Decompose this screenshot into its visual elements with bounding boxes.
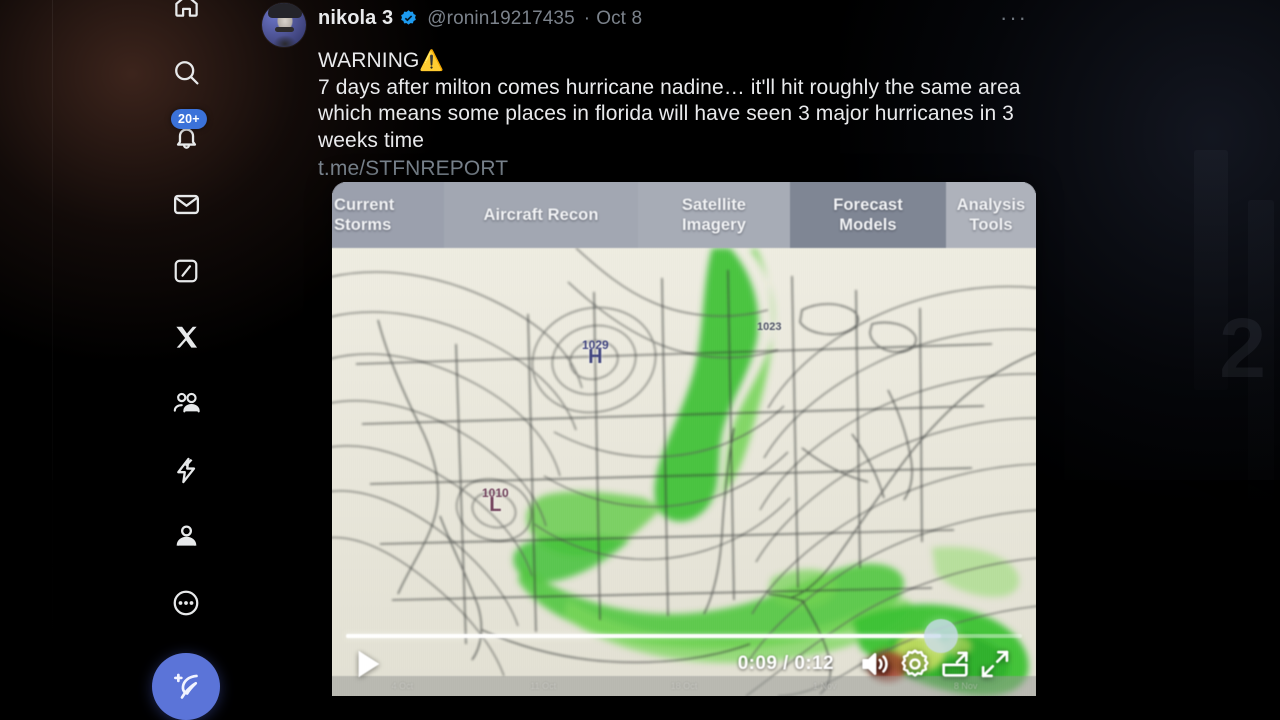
verified-badge-icon <box>399 9 418 28</box>
tab-analysis-tools[interactable]: Analysis Tools <box>946 182 1036 248</box>
background-reflection-glyph: 2 <box>1219 301 1266 395</box>
more-circle-icon <box>171 588 201 618</box>
tweet-line-3: which means some places in florida will … <box>318 102 1014 125</box>
tweet-text: WARNING⚠️ 7 days after milton comes hurr… <box>262 48 1021 183</box>
tweet-header: nikola 3 @ronin19217435 · Oct 8 ··· <box>262 0 1052 47</box>
sidebar-item-notifications[interactable]: 20+ <box>158 108 214 166</box>
picture-in-picture-icon[interactable] <box>938 647 972 681</box>
tab-satellite-imagery-line1: Satellite <box>681 196 747 214</box>
tweet-warning-word: WARNING <box>318 49 420 72</box>
notifications-badge: 20+ <box>170 108 207 130</box>
sidebar-item-grok[interactable] <box>158 244 214 299</box>
tab-forecast-models-line1: Forecast <box>833 196 903 214</box>
tweet-post[interactable]: nikola 3 @ronin19217435 · Oct 8 ··· WARN… <box>262 0 1052 183</box>
sidebar-item-premium[interactable] <box>158 443 214 498</box>
tweet-line-2: 7 days after milton comes hurricane nadi… <box>318 75 1021 99</box>
lightning-icon <box>172 456 201 485</box>
tab-current-storms-line1: Current <box>334 196 395 214</box>
tab-forecast-models[interactable]: Forecast Models <box>790 182 946 248</box>
tweet-line-4: weeks time <box>318 128 425 152</box>
screen-panel-seam <box>52 0 53 720</box>
pressure-marker-high: 1029 H <box>582 338 609 367</box>
tweet-separator: · <box>583 7 591 29</box>
photographed-screen: 2 20+ nikola 3 @ronin19217435 · Oct 8 ··… <box>0 0 1280 720</box>
pressure-marker-low: 1010 L <box>482 486 509 515</box>
tab-aircraft-recon-label: Aircraft Recon <box>483 206 599 224</box>
tab-satellite-imagery-line2: Imagery <box>682 216 746 234</box>
tab-forecast-models-line2: Models <box>839 216 897 234</box>
home-icon <box>173 0 200 19</box>
sidebar-item-home[interactable] <box>158 0 214 33</box>
avatar[interactable] <box>262 3 306 47</box>
tweet-author-row: nikola 3 @ronin19217435 · Oct 8 ··· <box>318 5 1028 30</box>
tweet-date[interactable]: Oct 8 <box>596 9 642 28</box>
video-controls: 0:09 / 0:12 <box>332 619 1036 696</box>
compose-post-button[interactable] <box>152 652 220 720</box>
author-handle[interactable]: @ronin19217435 <box>427 9 574 28</box>
video-progress-bar[interactable] <box>346 619 1022 653</box>
gear-icon[interactable] <box>898 647 932 681</box>
x-logo-icon <box>173 324 200 351</box>
grok-icon <box>172 257 200 285</box>
tab-current-storms-line2: Storms <box>334 216 392 234</box>
sidebar-item-messages[interactable] <box>158 177 214 232</box>
mail-icon <box>172 190 201 219</box>
search-icon <box>172 58 201 87</box>
compose-feather-icon <box>169 669 203 703</box>
tab-analysis-tools-label: Analysis Tools <box>956 196 1026 234</box>
pressure-secondary-value: 1023 <box>757 321 782 333</box>
sidebar-item-search[interactable] <box>158 44 214 99</box>
sidebar-item-profile[interactable] <box>158 509 214 564</box>
sidebar-item-communities[interactable] <box>158 376 214 431</box>
video-tab-bar: Current Storms Aircraft Recon Satellite … <box>332 182 1036 248</box>
tab-aircraft-recon[interactable]: Aircraft Recon <box>444 182 638 248</box>
sidebar-item-more[interactable] <box>158 575 214 630</box>
video-time-display: 0:09 / 0:12 <box>737 653 834 674</box>
warning-emoji-icon: ⚠️ <box>419 50 445 72</box>
weather-map[interactable]: 1029 H 1010 L 1023 4 Oct 11 Oct 18 Oct 1… <box>332 248 1036 696</box>
person-icon <box>172 522 201 551</box>
avatar-hair <box>268 3 302 18</box>
tweet-link[interactable]: t.me/STFNREPORT <box>318 156 1018 183</box>
play-button[interactable] <box>354 649 384 679</box>
avatar-moustache <box>275 27 294 32</box>
video-control-row: 0:09 / 0:12 <box>332 644 1036 684</box>
volume-icon[interactable] <box>858 647 892 681</box>
sidebar-nav: 20+ <box>148 0 224 720</box>
embedded-video-player[interactable]: Current Storms Aircraft Recon Satellite … <box>332 182 1036 696</box>
pressure-marker-secondary: 1023 <box>757 320 781 335</box>
tab-current-storms[interactable]: Current Storms <box>332 182 444 248</box>
communities-icon <box>171 388 202 419</box>
sidebar-item-x-logo[interactable] <box>158 310 214 365</box>
video-progress-played <box>346 634 941 638</box>
tab-satellite-imagery[interactable]: Satellite Imagery <box>638 182 790 248</box>
fullscreen-icon[interactable] <box>978 647 1012 681</box>
author-display-name[interactable]: nikola 3 <box>318 8 393 28</box>
tweet-line-1: WARNING⚠️ <box>318 48 1018 75</box>
